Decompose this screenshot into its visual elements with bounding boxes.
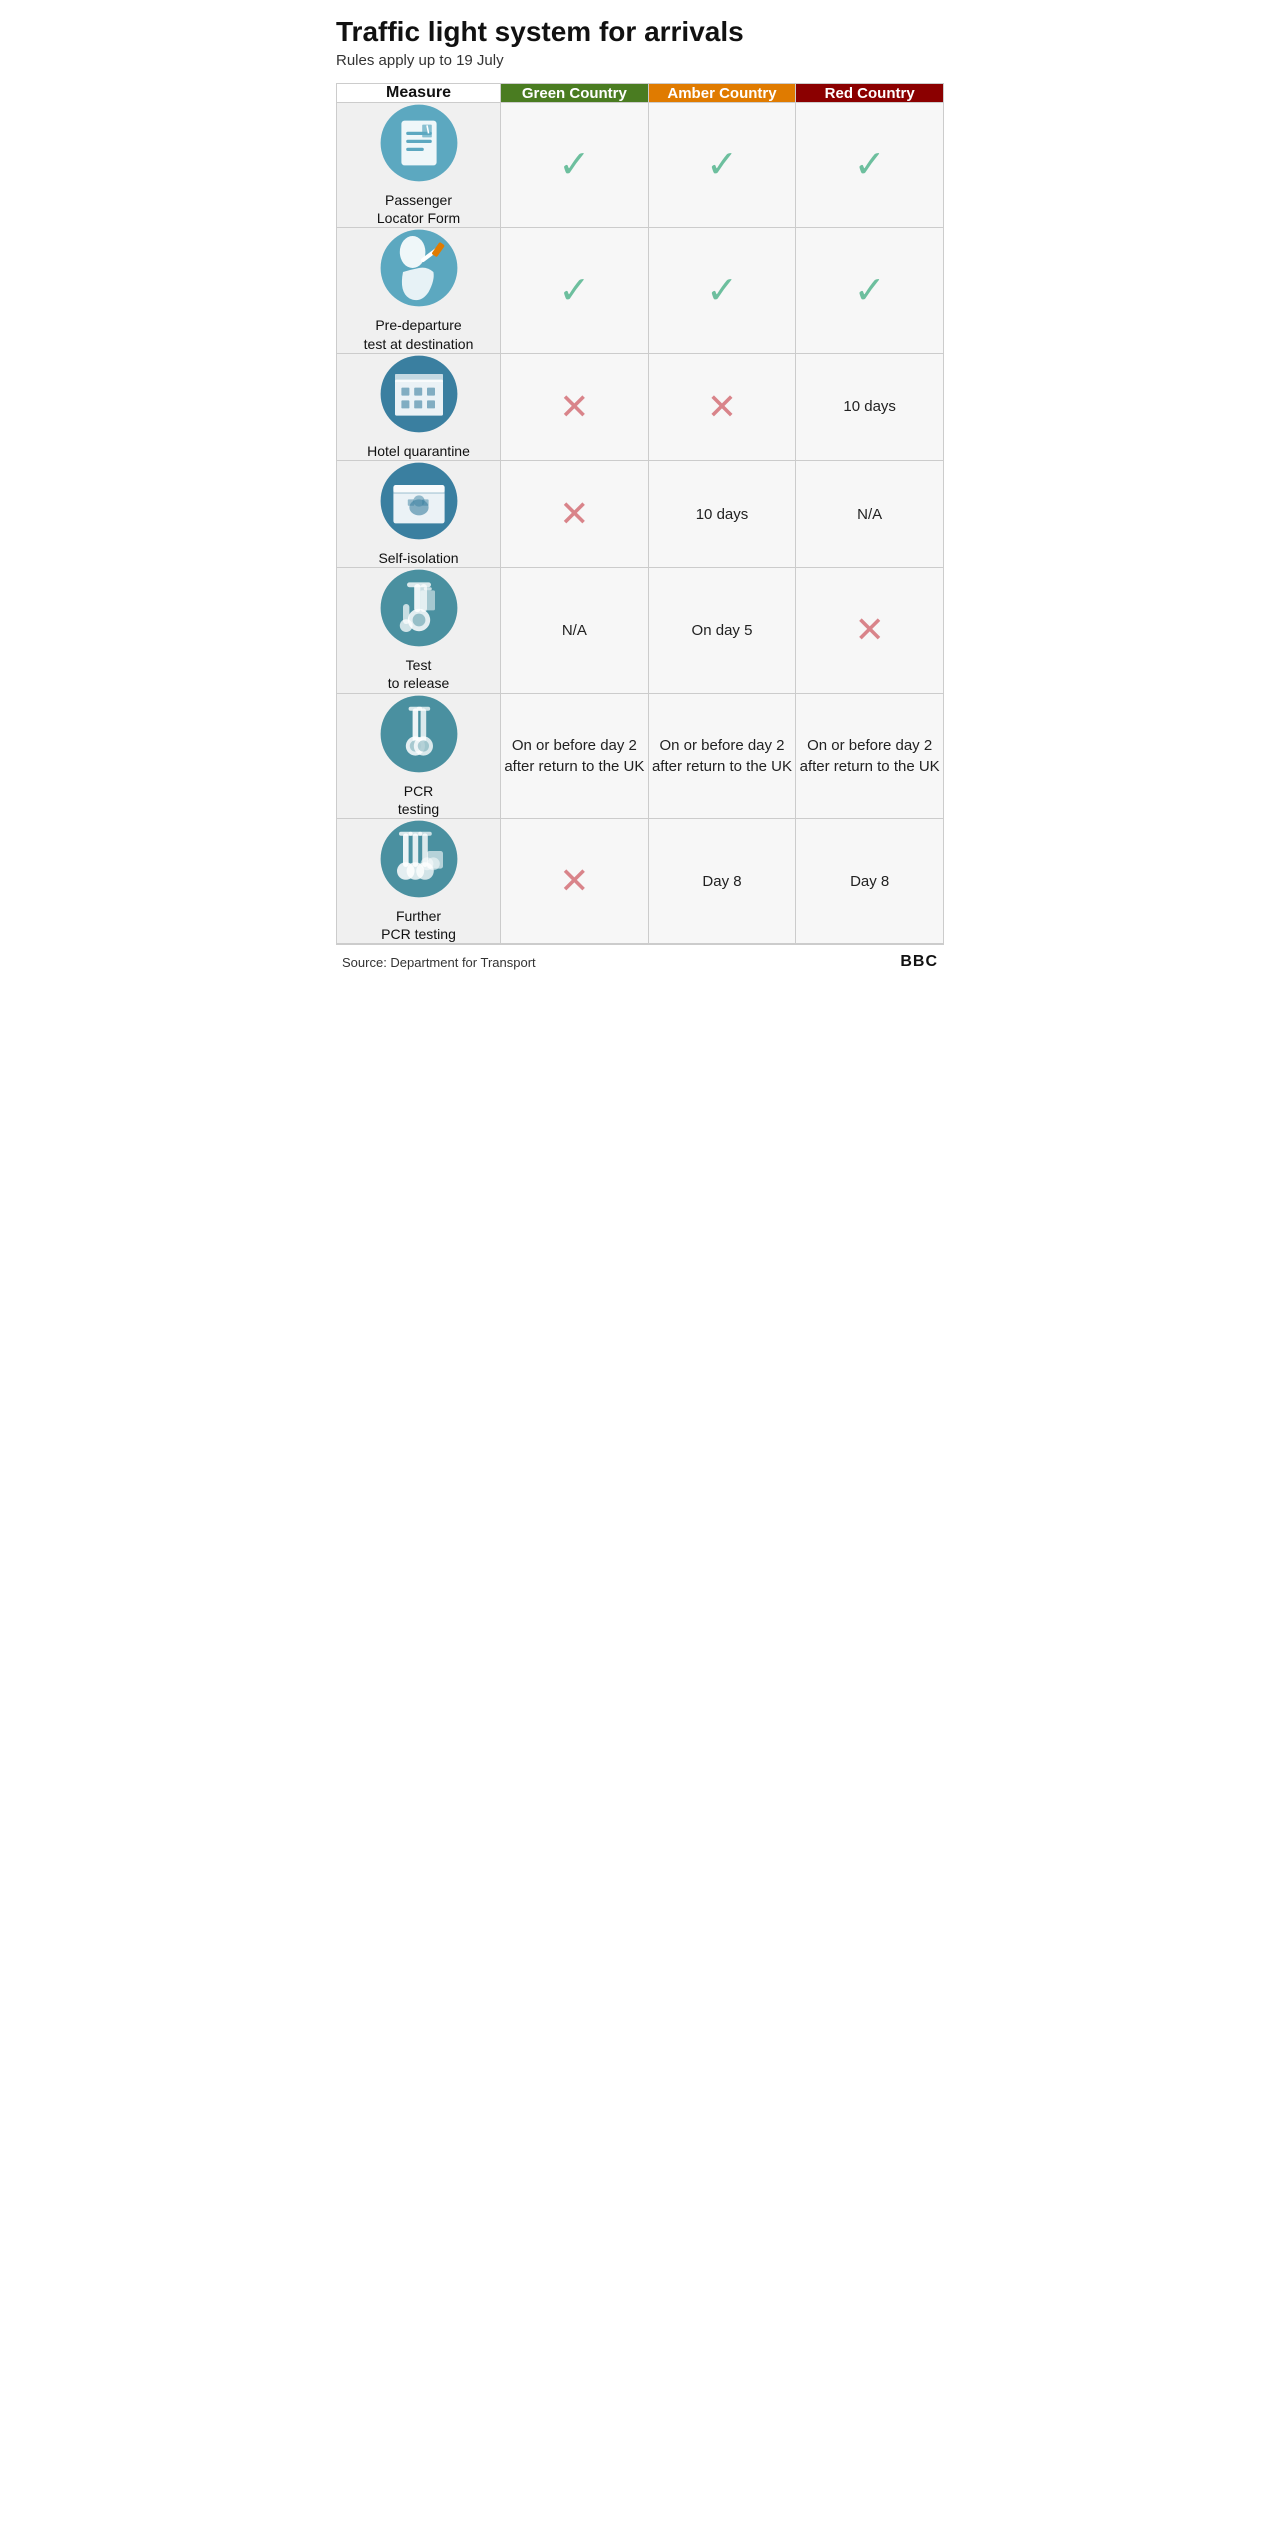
green-country-header: Green Country	[501, 84, 649, 103]
red-country-header: Red Country	[796, 84, 944, 103]
cell-value: N/A	[562, 622, 587, 639]
cell-value: 10 days	[843, 398, 896, 415]
further-pcr-label: FurtherPCR testing	[337, 907, 500, 943]
check-icon: ✓	[706, 270, 738, 312]
green-cell-further-pcr: ✕	[501, 818, 649, 943]
green-cell-passenger-locator: ✓	[501, 103, 649, 228]
measure-cell-passenger-locator: PassengerLocator Form	[337, 103, 501, 228]
cell-value: On or before day 2 after return to the U…	[800, 737, 940, 775]
amber-country-header: Amber Country	[648, 84, 796, 103]
amber-cell-pre-departure: ✓	[648, 228, 796, 353]
cross-icon: ✕	[707, 386, 737, 427]
traffic-table: Measure Green Country Amber Country Red …	[336, 83, 944, 944]
check-icon: ✓	[854, 144, 886, 186]
cell-value: On or before day 2 after return to the U…	[652, 737, 792, 775]
amber-cell-self-isolation: 10 days	[648, 460, 796, 567]
cross-icon: ✕	[559, 493, 589, 534]
test-to-release-label: Testto release	[337, 656, 500, 692]
footer-source: Source: Department for Transport	[342, 955, 536, 970]
subtitle: Rules apply up to 19 July	[336, 52, 944, 69]
amber-cell-further-pcr: Day 8	[648, 818, 796, 943]
green-cell-self-isolation: ✕	[501, 460, 649, 567]
cell-value: N/A	[857, 506, 882, 523]
cross-icon: ✕	[559, 386, 589, 427]
amber-cell-hotel-quarantine: ✕	[648, 353, 796, 460]
self-isolation-icon	[379, 461, 459, 541]
header-row: Measure Green Country Amber Country Red …	[337, 84, 944, 103]
check-icon: ✓	[558, 270, 590, 312]
amber-cell-pcr-testing: On or before day 2 after return to the U…	[648, 693, 796, 818]
table-row: Hotel quarantine ✕ ✕ 10 days	[337, 353, 944, 460]
measure-cell-pcr-testing: PCRtesting	[337, 693, 501, 818]
red-cell-pcr-testing: On or before day 2 after return to the U…	[796, 693, 944, 818]
footer-logo: BBC	[900, 953, 938, 971]
pcr-testing-label: PCRtesting	[337, 782, 500, 818]
green-cell-test-to-release: N/A	[501, 568, 649, 693]
red-cell-passenger-locator: ✓	[796, 103, 944, 228]
table-row: FurtherPCR testing ✕ Day 8 Day 8	[337, 818, 944, 943]
cell-value: Day 8	[702, 873, 741, 890]
passenger-locator-icon	[379, 103, 459, 183]
test-to-release-icon	[379, 568, 459, 648]
cross-icon: ✕	[855, 609, 885, 650]
measure-cell-hotel-quarantine: Hotel quarantine	[337, 353, 501, 460]
green-cell-pcr-testing: On or before day 2 after return to the U…	[501, 693, 649, 818]
check-icon: ✓	[558, 144, 590, 186]
pcr-testing-icon	[379, 694, 459, 774]
measure-cell-self-isolation: Self-isolation	[337, 460, 501, 567]
measure-cell-further-pcr: FurtherPCR testing	[337, 818, 501, 943]
cross-icon: ✕	[559, 860, 589, 901]
self-isolation-label: Self-isolation	[337, 549, 500, 567]
further-pcr-icon	[379, 819, 459, 899]
pre-departure-icon	[379, 228, 459, 308]
green-cell-pre-departure: ✓	[501, 228, 649, 353]
table-body: PassengerLocator Form ✓ ✓ ✓ Pre-departurete…	[337, 103, 944, 944]
page-wrapper: Traffic light system for arrivals Rules …	[320, 0, 960, 979]
table-row: PassengerLocator Form ✓ ✓ ✓	[337, 103, 944, 228]
table-row: PCRtestingOn or before day 2 after retur…	[337, 693, 944, 818]
passenger-locator-label: PassengerLocator Form	[337, 191, 500, 227]
main-title: Traffic light system for arrivals	[336, 16, 944, 48]
cell-value: Day 8	[850, 873, 889, 890]
check-icon: ✓	[854, 270, 886, 312]
green-cell-hotel-quarantine: ✕	[501, 353, 649, 460]
amber-cell-test-to-release: On day 5	[648, 568, 796, 693]
measure-cell-pre-departure: Pre-departuretest at destination	[337, 228, 501, 353]
red-cell-hotel-quarantine: 10 days	[796, 353, 944, 460]
measure-header: Measure	[337, 84, 501, 103]
check-icon: ✓	[706, 144, 738, 186]
table-row: Testto release N/A On day 5 ✕	[337, 568, 944, 693]
hotel-quarantine-label: Hotel quarantine	[337, 442, 500, 460]
pre-departure-label: Pre-departuretest at destination	[337, 316, 500, 352]
cell-value: On day 5	[692, 622, 753, 639]
measure-cell-test-to-release: Testto release	[337, 568, 501, 693]
table-row: Pre-departuretest at destination ✓ ✓ ✓	[337, 228, 944, 353]
red-cell-further-pcr: Day 8	[796, 818, 944, 943]
hotel-quarantine-icon	[379, 354, 459, 434]
amber-cell-passenger-locator: ✓	[648, 103, 796, 228]
cell-value: On or before day 2 after return to the U…	[504, 737, 644, 775]
red-cell-self-isolation: N/A	[796, 460, 944, 567]
cell-value: 10 days	[696, 506, 749, 523]
red-cell-pre-departure: ✓	[796, 228, 944, 353]
table-row: Self-isolation ✕ 10 days N/A	[337, 460, 944, 567]
red-cell-test-to-release: ✕	[796, 568, 944, 693]
footer: Source: Department for Transport BBC	[336, 944, 944, 979]
